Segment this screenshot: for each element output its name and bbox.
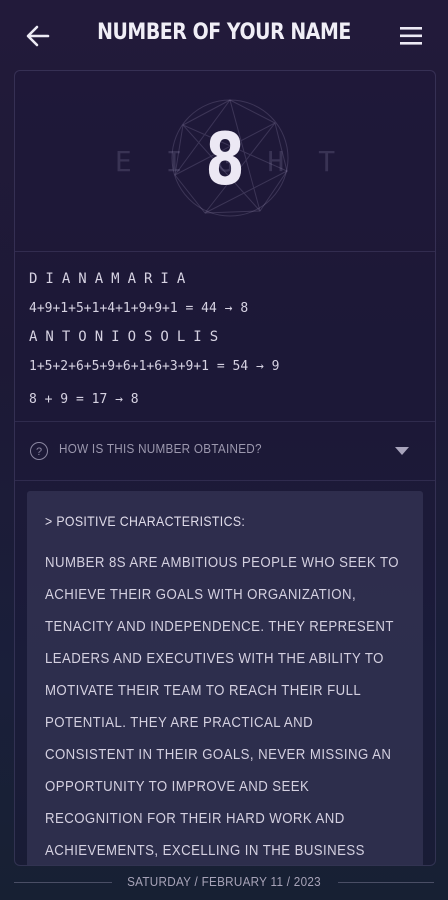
how-obtained-toggle[interactable]: ? HOW IS THIS NUMBER OBTAINED? xyxy=(15,421,435,481)
arrow-left-icon[interactable] xyxy=(22,20,54,52)
app-header: NUMBER OF YOUR NAME xyxy=(0,0,448,70)
page-title: NUMBER OF YOUR NAME xyxy=(97,20,351,45)
characteristics-heading: > POSITIVE CHARACTERISTICS: xyxy=(45,513,246,529)
result-card: EIGHT 8 DIANAMARIA 4+9+1+5+1+4+1+9+9+1 =… xyxy=(14,70,436,866)
current-date: SATURDAY / FEBRUARY 11 / 2023 xyxy=(127,874,321,889)
calculation-block: DIANAMARIA 4+9+1+5+1+4+1+9+9+1 = 44 → 8 … xyxy=(29,265,425,414)
number-hero: EIGHT 8 xyxy=(15,71,435,252)
last-name-sum: 1+5+2+6+5+9+6+1+6+3+9+1 = 54 → 9 xyxy=(29,359,280,374)
how-obtained-label: HOW IS THIS NUMBER OBTAINED? xyxy=(59,441,262,456)
characteristics-text: NUMBER 8S ARE AMBITIOUS PEOPLE WHO SEEK … xyxy=(45,554,399,859)
last-name-letters: ANTONIOSOLIS xyxy=(29,329,227,345)
question-circle-icon: ? xyxy=(30,442,48,460)
first-name-letters: DIANAMARIA xyxy=(29,271,194,287)
date-footer: SATURDAY / FEBRUARY 11 / 2023 xyxy=(0,864,448,900)
first-name-sum: 4+9+1+5+1+4+1+9+9+1 = 44 → 8 xyxy=(29,301,249,316)
hamburger-menu-icon[interactable] xyxy=(398,22,426,50)
total-sum: 8 + 9 = 17 → 8 xyxy=(29,392,139,407)
caret-down-icon[interactable] xyxy=(395,447,409,455)
characteristics-panel: > POSITIVE CHARACTERISTICS: NUMBER 8S AR… xyxy=(27,491,423,865)
name-number: 8 xyxy=(205,117,245,201)
